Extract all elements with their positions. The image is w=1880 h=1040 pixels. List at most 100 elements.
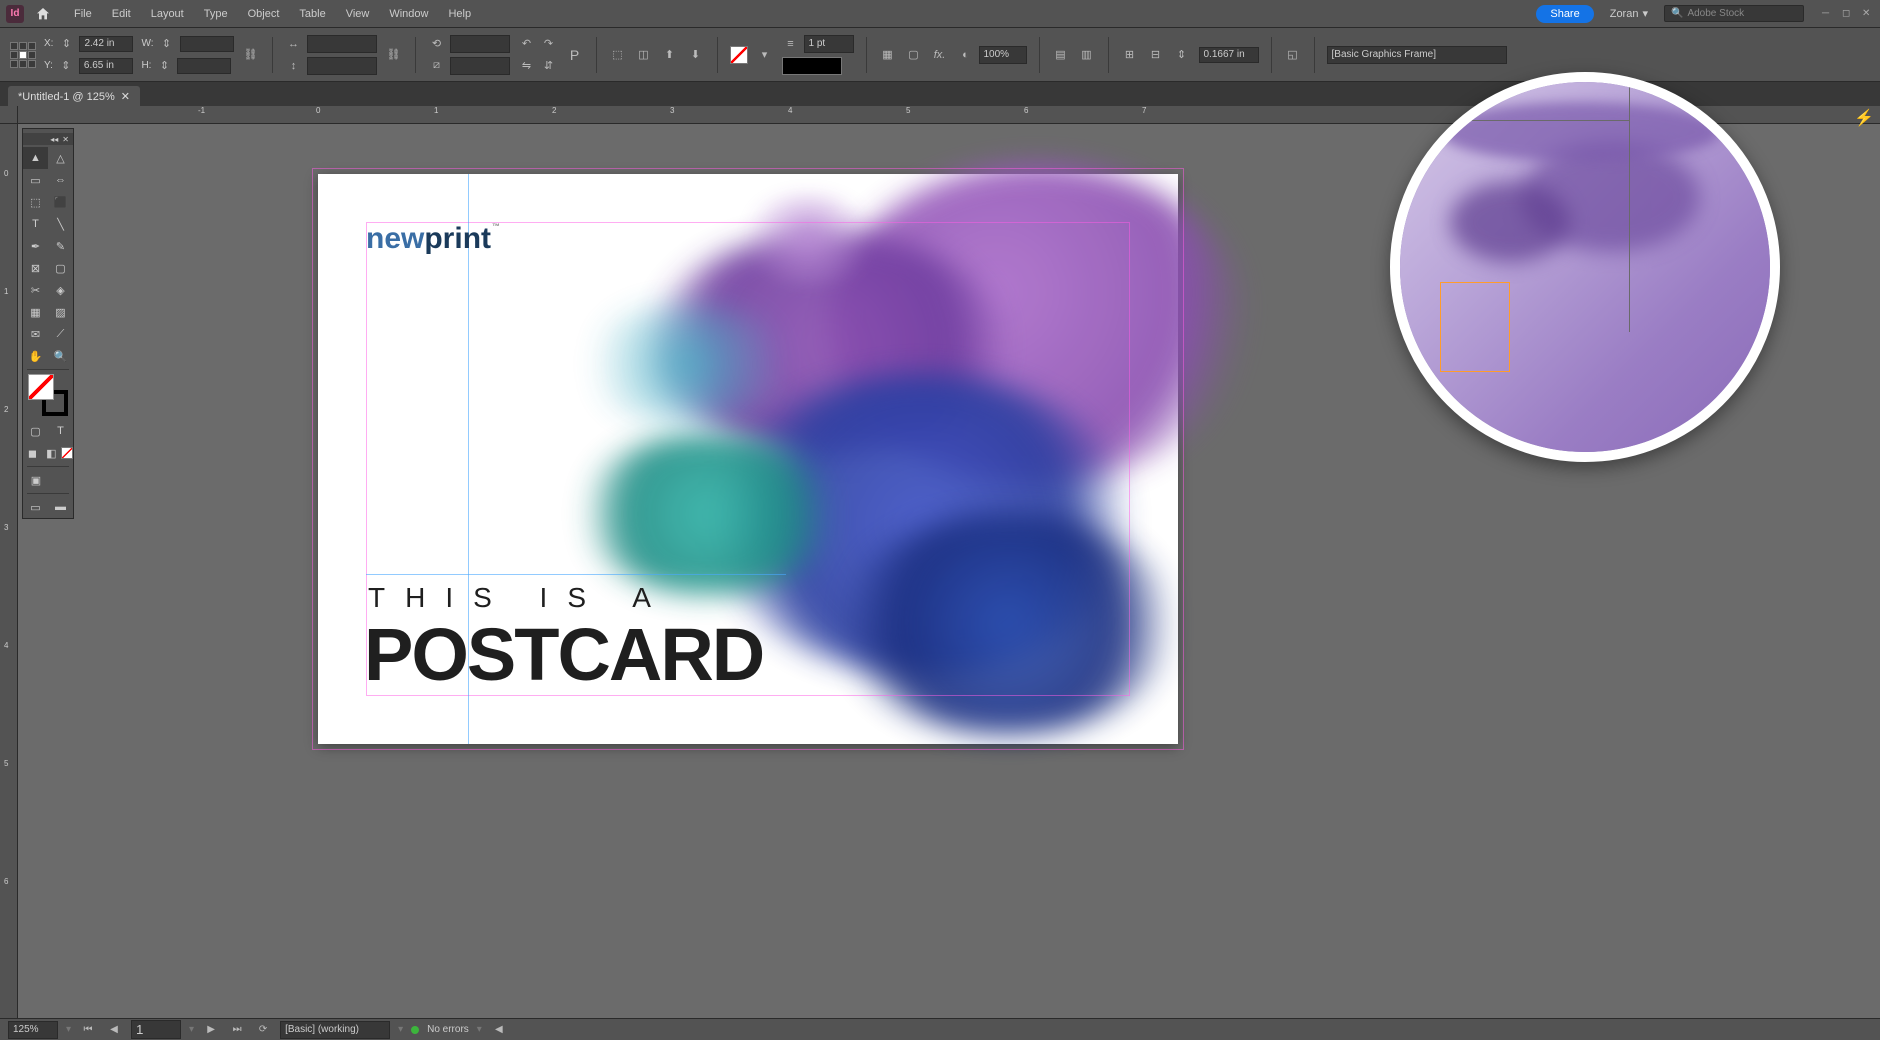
selection-tool[interactable]: ▲: [23, 147, 48, 169]
gap-input[interactable]: [1199, 47, 1259, 63]
normal-mode-icon[interactable]: ▭: [23, 496, 48, 518]
menu-file[interactable]: File: [64, 0, 102, 28]
constrain-proportions-icon[interactable]: ⛓: [242, 46, 260, 64]
apply-gradient-icon[interactable]: ◧: [42, 442, 61, 464]
shear-dropdown[interactable]: [450, 57, 510, 75]
preflight-nav-icon[interactable]: ◀: [490, 1021, 508, 1039]
x-input[interactable]: [79, 36, 133, 52]
rectangle-tool[interactable]: ▢: [48, 257, 73, 279]
pen-tool[interactable]: ✒: [23, 235, 48, 257]
line-tool[interactable]: ╲: [48, 213, 73, 235]
minimize-icon[interactable]: ─: [1822, 8, 1834, 20]
collapse-panel-icon[interactable]: ◂◂: [50, 135, 58, 144]
view-mode-icon[interactable]: ▣: [23, 469, 49, 491]
page-tool[interactable]: ▭: [23, 169, 48, 191]
opacity-dropdown[interactable]: 100%: [979, 46, 1027, 64]
align-icon[interactable]: ⊞: [1121, 46, 1139, 64]
share-button[interactable]: Share: [1536, 5, 1593, 23]
fill-dropdown-icon[interactable]: ▾: [756, 46, 774, 64]
frame-fit-icon[interactable]: ▢: [905, 46, 923, 64]
object-style-dropdown[interactable]: [Basic Graphics Frame]: [1327, 46, 1507, 64]
content-placer-tool[interactable]: ⬛: [48, 191, 73, 213]
stroke-style-dropdown[interactable]: [782, 57, 842, 75]
hand-tool[interactable]: ✋: [23, 345, 48, 367]
fill-swatch[interactable]: [730, 46, 748, 64]
fill-stroke-selector[interactable]: [28, 374, 68, 416]
prev-page-icon[interactable]: ◀: [105, 1021, 123, 1039]
apply-color-icon[interactable]: ◼: [23, 442, 42, 464]
menu-window[interactable]: Window: [379, 0, 438, 28]
text-wrap-bound-icon[interactable]: ▥: [1078, 46, 1096, 64]
select-prev-icon[interactable]: ⬆: [661, 46, 679, 64]
ruler-origin[interactable]: [0, 106, 18, 124]
stroke-weight-dropdown[interactable]: 1 pt: [804, 35, 854, 53]
y-input[interactable]: [79, 58, 133, 74]
stock-search-input[interactable]: 🔍 Adobe Stock: [1664, 5, 1804, 22]
distribute-icon[interactable]: ⊟: [1147, 46, 1165, 64]
zoom-level-dropdown[interactable]: 125%: [8, 1021, 58, 1039]
menu-type[interactable]: Type: [194, 0, 238, 28]
menu-help[interactable]: Help: [438, 0, 481, 28]
user-menu[interactable]: Zoran ▾: [1602, 7, 1656, 20]
gradient-feather-tool[interactable]: ▨: [48, 301, 73, 323]
panel-flyout-icon[interactable]: ⚡: [1854, 108, 1874, 128]
content-collector-tool[interactable]: ⬚: [23, 191, 48, 213]
document-tab[interactable]: *Untitled-1 @ 125% ✕: [8, 86, 140, 106]
corner-options-icon[interactable]: ◱: [1284, 46, 1302, 64]
menu-table[interactable]: Table: [289, 0, 335, 28]
text-wrap-none-icon[interactable]: ▤: [1052, 46, 1070, 64]
pencil-tool[interactable]: ✎: [48, 235, 73, 257]
close-panel-icon[interactable]: ✕: [62, 135, 69, 144]
fx-icon[interactable]: fx.: [931, 46, 949, 64]
stepper-icon[interactable]: ⇕: [57, 57, 75, 75]
next-page-icon[interactable]: ▶: [202, 1021, 220, 1039]
reference-point-selector[interactable]: [10, 42, 36, 68]
scale-y-dropdown[interactable]: [307, 57, 377, 75]
direct-selection-tool[interactable]: △: [48, 147, 73, 169]
note-tool[interactable]: ✉: [23, 323, 48, 345]
menu-layout[interactable]: Layout: [141, 0, 194, 28]
first-page-icon[interactable]: ⏮: [79, 1021, 97, 1039]
rotate-ccw-icon[interactable]: ↶: [518, 35, 536, 53]
apply-none-icon[interactable]: [61, 442, 73, 464]
menu-object[interactable]: Object: [238, 0, 290, 28]
flip-h-icon[interactable]: ⇋: [518, 57, 536, 75]
gap-tool[interactable]: ⇔: [48, 169, 73, 191]
formatting-text-icon[interactable]: T: [48, 420, 73, 442]
scissors-tool[interactable]: ✂: [23, 279, 48, 301]
fill-color-box[interactable]: [28, 374, 54, 400]
stepper-icon[interactable]: ⇕: [57, 35, 75, 53]
stepper-icon[interactable]: ⇕: [155, 57, 173, 75]
constrain-scale-icon[interactable]: ⛓: [385, 46, 403, 64]
ruler-guide[interactable]: [366, 574, 786, 575]
rectangle-frame-tool[interactable]: ⊠: [23, 257, 48, 279]
preflight-profile-dropdown[interactable]: [Basic] (working): [280, 1021, 390, 1039]
scale-x-dropdown[interactable]: [307, 35, 377, 53]
document-page[interactable]: newprint™ THIS IS A POSTCARD: [318, 174, 1178, 744]
type-tool[interactable]: T: [23, 213, 48, 235]
gap-stepper-icon[interactable]: ⇕: [1173, 46, 1191, 64]
maximize-icon[interactable]: ◻: [1842, 8, 1854, 20]
eyedropper-tool[interactable]: ⟋: [48, 323, 73, 345]
close-icon[interactable]: ✕: [1862, 8, 1874, 20]
menu-view[interactable]: View: [336, 0, 380, 28]
select-content-icon[interactable]: ◫: [635, 46, 653, 64]
open-navigator-icon[interactable]: ⟳: [254, 1021, 272, 1039]
menu-edit[interactable]: Edit: [102, 0, 141, 28]
ruler-vertical[interactable]: 0 1 2 3 4 5 6: [0, 124, 18, 1018]
rotate-dropdown[interactable]: [450, 35, 510, 53]
stepper-icon[interactable]: ⇕: [158, 35, 176, 53]
gradient-swatch-tool[interactable]: ▦: [23, 301, 48, 323]
last-page-icon[interactable]: ⏭: [228, 1021, 246, 1039]
formatting-container-icon[interactable]: ▢: [23, 420, 48, 442]
rotate-cw-icon[interactable]: ↷: [540, 35, 558, 53]
preflight-errors-label[interactable]: No errors: [427, 1024, 469, 1035]
free-transform-tool[interactable]: ◈: [48, 279, 73, 301]
close-tab-icon[interactable]: ✕: [121, 90, 130, 103]
select-container-icon[interactable]: ⬚: [609, 46, 627, 64]
home-icon[interactable]: [32, 3, 54, 25]
select-next-icon[interactable]: ⬇: [687, 46, 705, 64]
w-input[interactable]: [180, 36, 234, 52]
h-input[interactable]: [177, 58, 231, 74]
flip-v-icon[interactable]: ⇵: [540, 57, 558, 75]
